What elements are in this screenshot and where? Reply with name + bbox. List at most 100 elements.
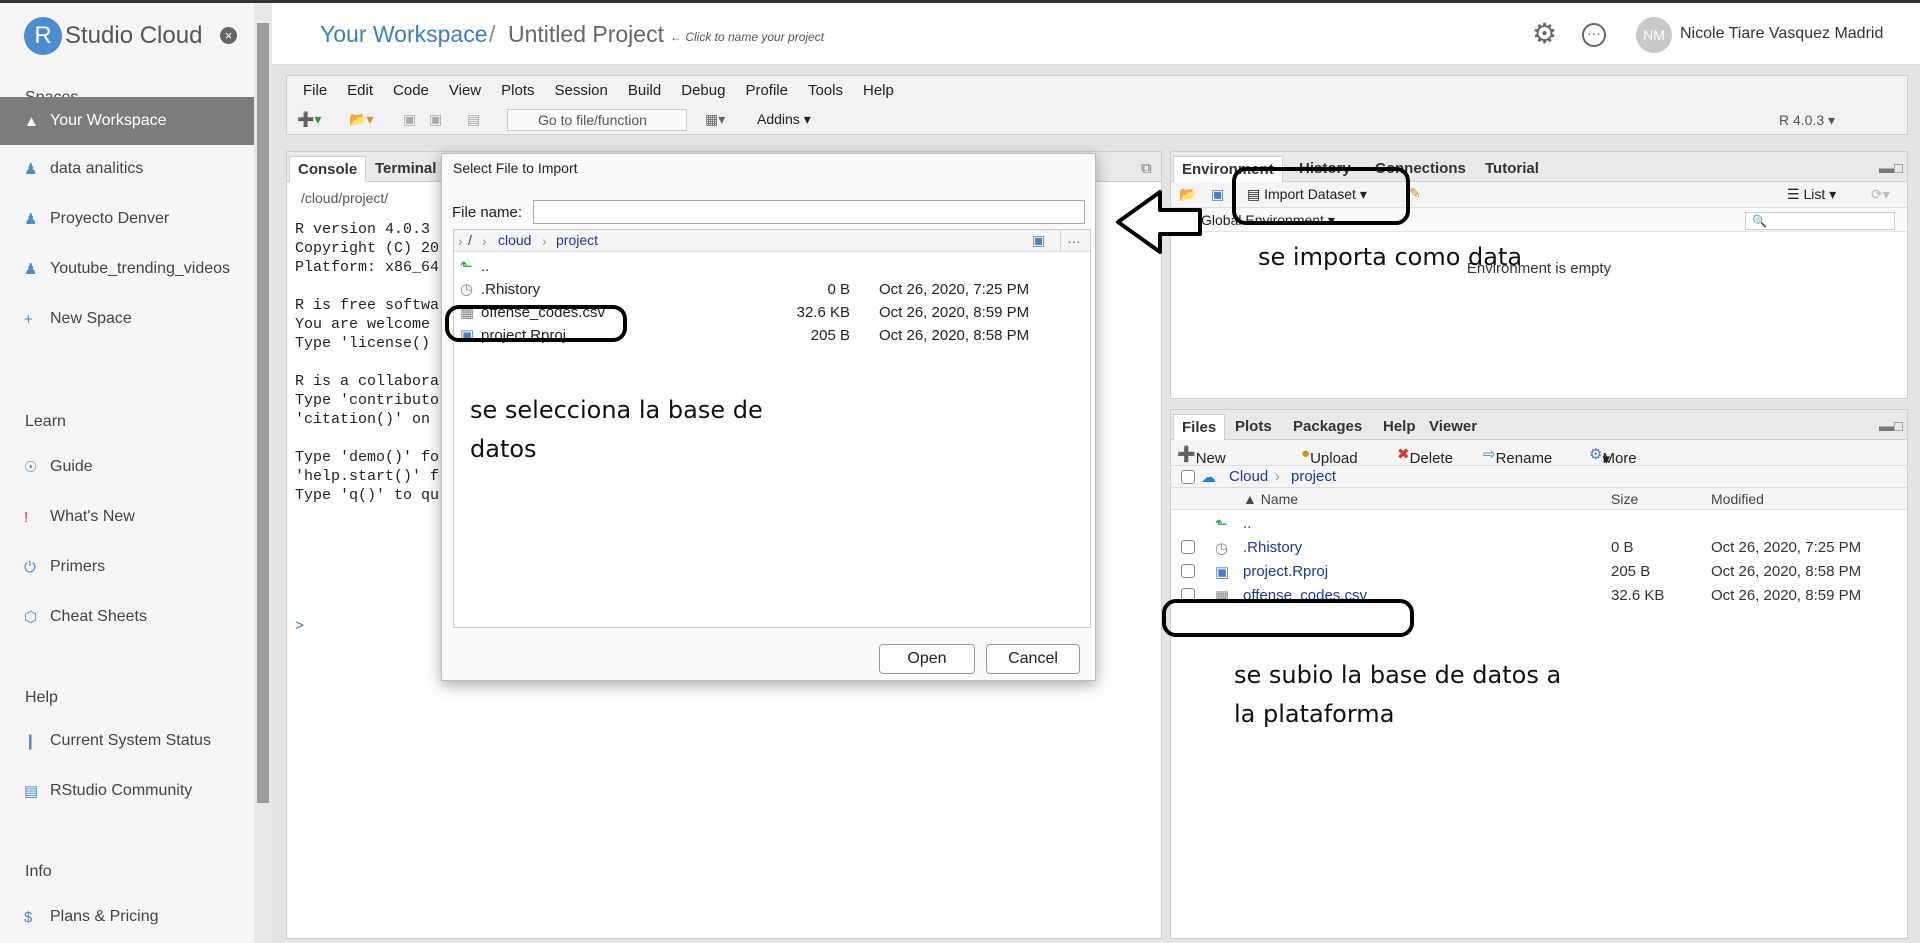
tab-packages[interactable]: Packages [1285,414,1370,440]
open-folder-icon[interactable]: 📂▾ [349,111,373,128]
sidebar: R Studio Cloud × Spaces ▲ Your Workspace… [0,3,254,943]
tab-viewer[interactable]: Viewer [1421,414,1485,440]
save-all-icon[interactable]: ▣ [429,111,442,128]
project-name-hint: ← Click to name your project [670,30,825,44]
table-row[interactable]: ▣ project.Rproj 205 B Oct 26, 2020, 8:58… [1171,560,1907,584]
column-name[interactable]: ▲ Name [1243,491,1298,507]
new-space-button[interactable]: + New Space [0,295,254,343]
cancel-button[interactable]: Cancel [986,644,1080,674]
menu-edit[interactable]: Edit [347,82,373,99]
select-all-checkbox[interactable] [1181,470,1195,484]
column-size[interactable]: Size [1611,491,1638,507]
sidebar-scrollbar[interactable] [254,3,272,943]
breadcrumb-root[interactable]: / [468,232,472,248]
sidebar-item-data-analitics[interactable]: ♟ data analitics [0,145,254,193]
go-to-file-input[interactable]: Go to file/function [507,109,687,131]
help-heading: Help [25,689,58,706]
people-icon: ♟ [24,211,38,228]
sidebar-item-community[interactable]: ▤ RStudio Community [0,767,254,815]
upload-button[interactable]: ● Upload [1301,445,1358,467]
clear-broom-icon[interactable]: ✎ [1409,185,1421,202]
files-breadcrumb: ☁ Cloud › project [1171,466,1907,488]
environment-search-input[interactable]: 🔍 [1745,212,1895,230]
list-view-toggle[interactable]: ☰ List ▾ [1787,186,1836,203]
save-workspace-icon[interactable]: ▣ [1211,186,1224,203]
minimize-pane-icon[interactable]: ▬□ [1871,156,1911,182]
annotation-arrow-icon [1116,190,1202,254]
maximize-pane-icon[interactable]: ⧉ [1133,156,1160,182]
menu-view[interactable]: View [449,82,481,99]
sidebar-item-label: Guide [50,458,93,475]
sidebar-item-youtube-trending[interactable]: ♟ Youtube_trending_videos [0,245,254,293]
more-options-icon[interactable]: ··· [1582,23,1606,47]
scrollbar-thumb[interactable] [257,23,269,803]
save-icon[interactable]: ▣ [403,111,416,128]
sidebar-item-system-status[interactable]: ❙ Current System Status [0,717,254,765]
list-item[interactable]: ⬑ .. [454,255,1090,278]
new-file-icon[interactable]: ➕▾ [297,111,321,128]
breadcrumb-cloud[interactable]: cloud [498,232,531,248]
table-row[interactable]: ⬑ .. [1171,512,1907,536]
menu-session[interactable]: Session [555,82,608,99]
tab-help[interactable]: Help [1375,414,1424,440]
addins-menu[interactable]: Addins ▾ [757,111,811,128]
menu-help[interactable]: Help [863,82,894,99]
print-icon[interactable]: ▤ [467,111,480,128]
header: Your Workspace / Untitled Project ← Clic… [272,3,1920,65]
open-button[interactable]: Open [879,644,975,674]
project-title[interactable]: Untitled Project [508,21,664,48]
breadcrumb-project[interactable]: project [1291,468,1336,485]
row-checkbox[interactable] [1181,540,1195,554]
menu-code[interactable]: Code [393,82,429,99]
tab-plots[interactable]: Plots [1227,414,1280,440]
gear-icon[interactable]: ⚙ [1532,17,1557,50]
sidebar-item-guide[interactable]: ☉ Guide [0,443,254,491]
file-name-input[interactable] [533,200,1085,224]
column-modified[interactable]: Modified [1711,491,1764,507]
new-space-label: New Space [50,310,132,327]
delete-button[interactable]: ✖ Delete [1397,445,1453,467]
r-version[interactable]: R 4.0.3 ▾ [1779,112,1835,129]
sidebar-item-your-workspace[interactable]: ▲ Your Workspace [0,97,254,145]
more-button[interactable]: ⚙ More ▾ [1589,445,1637,468]
menu-profile[interactable]: Profile [745,82,788,99]
sidebar-item-cheat-sheets[interactable]: ⬡ Cheat Sheets [0,593,254,641]
up-arrow-icon: ⬑ [1215,516,1228,533]
new-folder-button[interactable]: ➕ New Folder [1177,445,1238,484]
learn-heading: Learn [25,413,66,430]
sidebar-item-proyecto-denver[interactable]: ♟ Proyecto Denver [0,195,254,243]
minimize-files-pane-icon[interactable]: ▬□ [1871,414,1911,440]
sidebar-item-plans-pricing[interactable]: $ Plans & Pricing [0,893,254,941]
list-item[interactable]: ◷ .Rhistory 0 B Oct 26, 2020, 7:25 PM [454,278,1090,301]
dialog-breadcrumb: › / › cloud › project ▣ … [454,230,1090,252]
row-checkbox[interactable] [1181,564,1195,578]
tab-files[interactable]: Files [1173,414,1226,440]
menu-file[interactable]: File [303,82,327,99]
annotation-import-note: se importa como data [1258,243,1523,271]
tab-console[interactable]: Console [289,156,367,182]
user-name[interactable]: Nicole Tiare Vasquez Madrid [1680,25,1883,43]
avatar[interactable]: NM [1636,17,1672,53]
history-file-icon: ◷ [1215,540,1229,557]
sidebar-item-label: Plans & Pricing [50,908,159,925]
rproj-icon[interactable]: ▣ [1032,232,1045,249]
breadcrumb-project[interactable]: project [556,232,598,248]
refresh-icon[interactable]: ⟳▾ [1871,186,1890,203]
tab-terminal[interactable]: Terminal [367,156,444,182]
sidebar-item-whats-new[interactable]: ! What's New [0,493,254,541]
menu-tools[interactable]: Tools [808,82,843,99]
breadcrumb-cloud[interactable]: Cloud [1229,468,1268,485]
tab-tutorial[interactable]: Tutorial [1477,156,1547,182]
sidebar-item-primers[interactable]: ⏻ Primers [0,543,254,591]
menu-plots[interactable]: Plots [501,82,534,99]
breadcrumb-workspace[interactable]: Your Workspace [320,21,487,48]
layout-grid-icon[interactable]: ▦▾ [705,111,725,128]
menu-build[interactable]: Build [628,82,661,99]
brand-logo[interactable]: R Studio Cloud [24,17,202,55]
table-row[interactable]: ◷ .Rhistory 0 B Oct 26, 2020, 7:25 PM [1171,536,1907,560]
rename-button[interactable]: ⇨ Rename [1483,445,1552,467]
menu-debug[interactable]: Debug [681,82,725,99]
more-options-icon[interactable]: … [1060,230,1081,251]
close-sidebar-icon[interactable]: × [220,27,237,44]
console-prompt[interactable]: > [295,618,304,635]
